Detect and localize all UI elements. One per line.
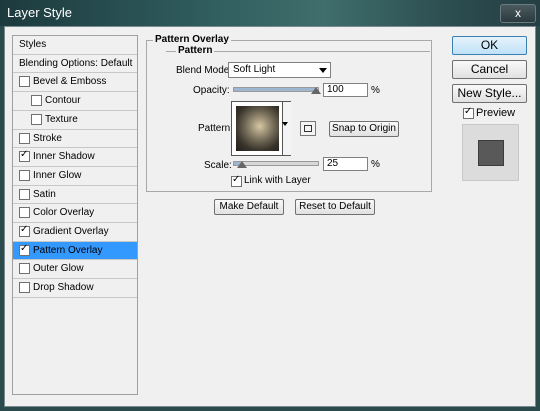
style-item-label: Color Overlay — [33, 207, 95, 218]
style-item-label: Satin — [33, 189, 56, 200]
style-checkbox[interactable] — [19, 76, 30, 87]
style-checkbox[interactable] — [19, 149, 30, 162]
preview-thumbnail — [478, 140, 504, 166]
make-default-button[interactable]: Make Default — [214, 199, 284, 215]
style-item-label: Inner Shadow — [33, 151, 95, 162]
blend-mode-value: Soft Light — [233, 64, 276, 75]
link-with-layer-checkbox[interactable] — [231, 174, 242, 187]
preview-label: Preview — [476, 107, 516, 119]
opacity-input[interactable]: 100 — [323, 83, 368, 97]
style-item-stroke[interactable]: Stroke — [13, 130, 137, 148]
style-item-texture[interactable]: Texture — [13, 111, 137, 130]
scale-label: Scale: — [204, 160, 232, 171]
style-item-label: Drop Shadow — [33, 282, 94, 293]
new-style-button[interactable]: New Style... — [452, 84, 527, 103]
style-item-label: Inner Glow — [33, 170, 82, 181]
pattern-picker[interactable] — [231, 101, 291, 156]
style-item-gradient-overlay[interactable]: Gradient Overlay — [13, 223, 137, 242]
style-item-label: Bevel & Emboss — [33, 76, 107, 87]
style-item-inner-shadow[interactable]: Inner Shadow — [13, 148, 137, 167]
style-item-label: Outer Glow — [33, 263, 84, 274]
blend-mode-select[interactable]: Soft Light — [228, 62, 331, 78]
scale-slider-thumb[interactable] — [237, 161, 247, 168]
style-item-satin[interactable]: Satin — [13, 186, 137, 204]
style-item-inner-glow[interactable]: Inner Glow — [13, 167, 137, 186]
style-item-blending-options-default[interactable]: Blending Options: Default — [13, 55, 137, 73]
style-item-label: Texture — [45, 114, 78, 125]
style-checkbox[interactable] — [19, 224, 30, 237]
style-item-contour[interactable]: Contour — [13, 92, 137, 111]
style-item-outer-glow[interactable]: Outer Glow — [13, 260, 137, 279]
style-checkbox[interactable] — [19, 170, 30, 181]
scale-unit: % — [371, 159, 380, 170]
opacity-unit: % — [371, 85, 380, 96]
pattern-picker-side — [282, 102, 291, 155]
preview-checkbox[interactable] — [463, 106, 474, 119]
scale-input[interactable]: 25 — [323, 157, 368, 171]
style-item-styles[interactable]: Styles — [13, 36, 137, 55]
new-preset-icon[interactable] — [300, 121, 316, 136]
style-item-label: Pattern Overlay — [33, 245, 103, 256]
blend-mode-label: Blend Mode: — [176, 65, 233, 76]
style-checkbox[interactable] — [19, 133, 30, 144]
style-checkbox[interactable] — [31, 95, 42, 106]
styles-list: Styles Blending Options: Default Bevel & E… — [12, 35, 138, 395]
style-item-pattern-overlay[interactable]: Pattern Overlay — [13, 242, 137, 260]
style-checkbox[interactable] — [31, 114, 42, 125]
cancel-button[interactable]: Cancel — [452, 60, 527, 79]
style-item-color-overlay[interactable]: Color Overlay — [13, 204, 137, 223]
style-checkbox[interactable] — [19, 263, 30, 274]
ok-button[interactable]: OK — [452, 36, 527, 55]
pattern-dropdown-icon[interactable] — [282, 122, 288, 126]
opacity-slider-thumb[interactable] — [311, 87, 321, 94]
preview-swatch — [462, 124, 519, 181]
chevron-down-icon — [319, 68, 327, 73]
pattern-label: Pattern: — [198, 123, 234, 134]
window-title: Layer Style — [7, 5, 73, 20]
style-item-label: Blending Options: Default — [19, 58, 133, 69]
style-checkbox[interactable] — [19, 282, 30, 293]
opacity-slider-fill — [234, 88, 316, 91]
window-frame-right — [536, 26, 540, 411]
opacity-label: Opacity: — [193, 85, 230, 96]
style-item-label: Stroke — [33, 133, 62, 144]
style-checkbox[interactable] — [19, 243, 30, 256]
pattern-overlay-title: Pattern Overlay — [153, 34, 231, 45]
style-item-drop-shadow[interactable]: Drop Shadow — [13, 279, 137, 298]
style-item-label: Contour — [45, 95, 81, 106]
style-checkbox[interactable] — [19, 189, 30, 200]
snap-to-origin-button[interactable]: Snap to Origin — [329, 121, 399, 137]
style-item-label: Styles — [19, 39, 47, 50]
title-bar: Layer Style x — [0, 0, 540, 26]
pattern-subgroup-title: Pattern — [176, 45, 215, 56]
style-checkbox[interactable] — [19, 207, 30, 218]
close-button[interactable]: x — [500, 4, 536, 23]
window-frame-bottom — [0, 407, 540, 411]
reset-to-default-button[interactable]: Reset to Default — [295, 199, 375, 215]
pattern-thumbnail — [236, 106, 279, 151]
link-with-layer-label: Link with Layer — [244, 175, 311, 186]
style-item-label: Gradient Overlay — [33, 226, 109, 237]
style-item-bevel-emboss[interactable]: Bevel & Emboss — [13, 73, 137, 92]
